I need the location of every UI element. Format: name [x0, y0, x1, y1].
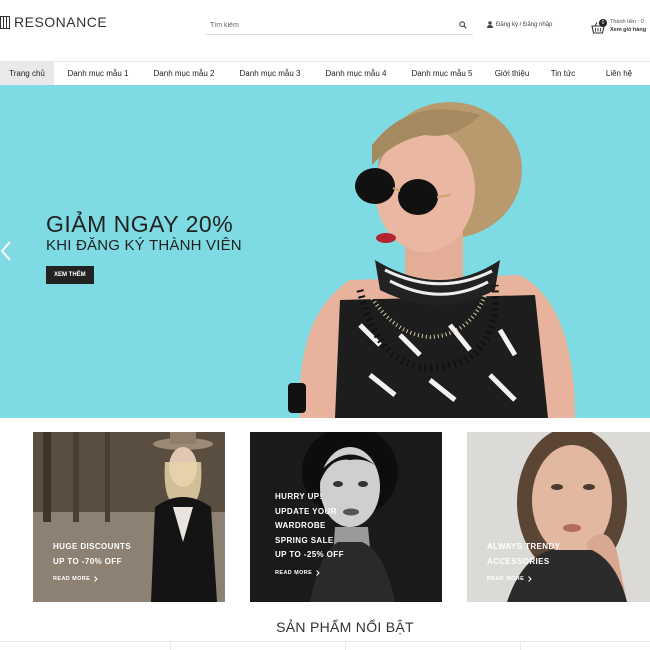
chevron-right-icon — [528, 576, 532, 582]
logo-icon — [0, 15, 10, 29]
user-icon — [487, 21, 493, 28]
banner-text: HUGE DISCOUNTS UP TO -70% OFF — [53, 540, 131, 569]
view-more-button[interactable]: XEM THÊM — [46, 266, 94, 284]
site-logo[interactable]: RESONANCE — [0, 14, 107, 30]
nav-item-category-3[interactable]: Danh mục mẫu 3 — [226, 62, 314, 85]
hero-title: GIẢM NGAY 20% — [46, 211, 234, 237]
nav-item-about[interactable]: Giới thiệu — [486, 62, 538, 85]
read-more-link[interactable]: READ MORE — [275, 570, 320, 576]
read-more-label: READ MORE — [53, 576, 91, 582]
cart-total: Thành tiền : 0 — [610, 19, 644, 25]
nav-item-category-2[interactable]: Danh mục mẫu 2 — [142, 62, 226, 85]
banner-line: UP TO -70% OFF — [53, 556, 122, 566]
nav-item-home[interactable]: Trang chủ — [0, 62, 54, 85]
promo-banner-discounts[interactable]: HUGE DISCOUNTS UP TO -70% OFF READ MORE — [33, 432, 225, 602]
view-cart-link[interactable]: Xem giỏ hàng — [610, 27, 646, 33]
read-more-link[interactable]: READ MORE — [53, 576, 98, 582]
cart-widget[interactable]: 0 Thành tiền : 0 Xem giỏ hàng — [591, 18, 650, 40]
chevron-left-icon[interactable] — [0, 241, 12, 261]
chevron-right-icon — [94, 576, 98, 582]
nav-item-news[interactable]: Tin tức — [538, 62, 588, 85]
banner-line: UP TO -25% OFF — [275, 550, 344, 559]
banner-text: ALWAYS TRENDY ACCESSORIES — [487, 540, 560, 569]
search-bar — [205, 16, 473, 35]
banner-line: HUGE DISCOUNTS — [53, 542, 132, 551]
main-nav: Trang chủ Danh mục mẫu 1 Danh mục mẫu 2 … — [0, 61, 650, 85]
account-link[interactable]: Đăng ký / Đăng nhập — [487, 21, 552, 28]
read-more-link[interactable]: READ MORE — [487, 576, 532, 582]
banner-line: WARDROBE — [275, 521, 326, 530]
banner-text: HURRY UP! UPDATE YOUR WARDROBE SPRING SA… — [275, 490, 344, 563]
nav-item-category-1[interactable]: Danh mục mẫu 1 — [54, 62, 142, 85]
hero-slider: GIẢM NGAY 20% KHI ĐĂNG KÝ THÀNH VIÊN XEM… — [0, 85, 650, 418]
banner-line: SPRING SALE — [275, 535, 334, 545]
site-header: RESONANCE Đăng ký / Đăng nhập 0 Thành ti… — [0, 0, 650, 60]
hero-subtitle: KHI ĐĂNG KÝ THÀNH VIÊN — [46, 237, 242, 254]
product-grid-top — [0, 641, 650, 650]
cart-count-badge: 0 — [599, 19, 607, 27]
nav-item-category-5[interactable]: Danh mục mẫu 5 — [398, 62, 486, 85]
chevron-right-icon — [316, 570, 320, 576]
read-more-label: READ MORE — [275, 570, 313, 576]
product-divider — [520, 642, 521, 650]
banner-line: HURRY UP! — [275, 492, 323, 501]
product-divider — [170, 642, 171, 650]
banner-line: ALWAYS TRENDY — [487, 542, 561, 551]
banner-line: ACCESSORIES — [487, 556, 550, 566]
featured-products-title: SẢN PHẨM NỔI BẬT — [276, 619, 414, 635]
account-text: Đăng ký / Đăng nhập — [496, 21, 553, 28]
banner-line: UPDATE YOUR — [275, 506, 337, 516]
logo-text: RESONANCE — [14, 14, 108, 30]
promo-banner-spring-sale[interactable]: HURRY UP! UPDATE YOUR WARDROBE SPRING SA… — [250, 432, 442, 602]
nav-item-contact[interactable]: Liên hệ — [588, 62, 650, 85]
search-icon[interactable] — [459, 21, 467, 29]
read-more-label: READ MORE — [487, 576, 525, 582]
search-input[interactable] — [205, 21, 435, 29]
product-divider — [345, 642, 346, 650]
promo-banner-accessories[interactable]: ALWAYS TRENDY ACCESSORIES READ MORE — [467, 432, 650, 602]
nav-item-category-4[interactable]: Danh mục mẫu 4 — [314, 62, 398, 85]
